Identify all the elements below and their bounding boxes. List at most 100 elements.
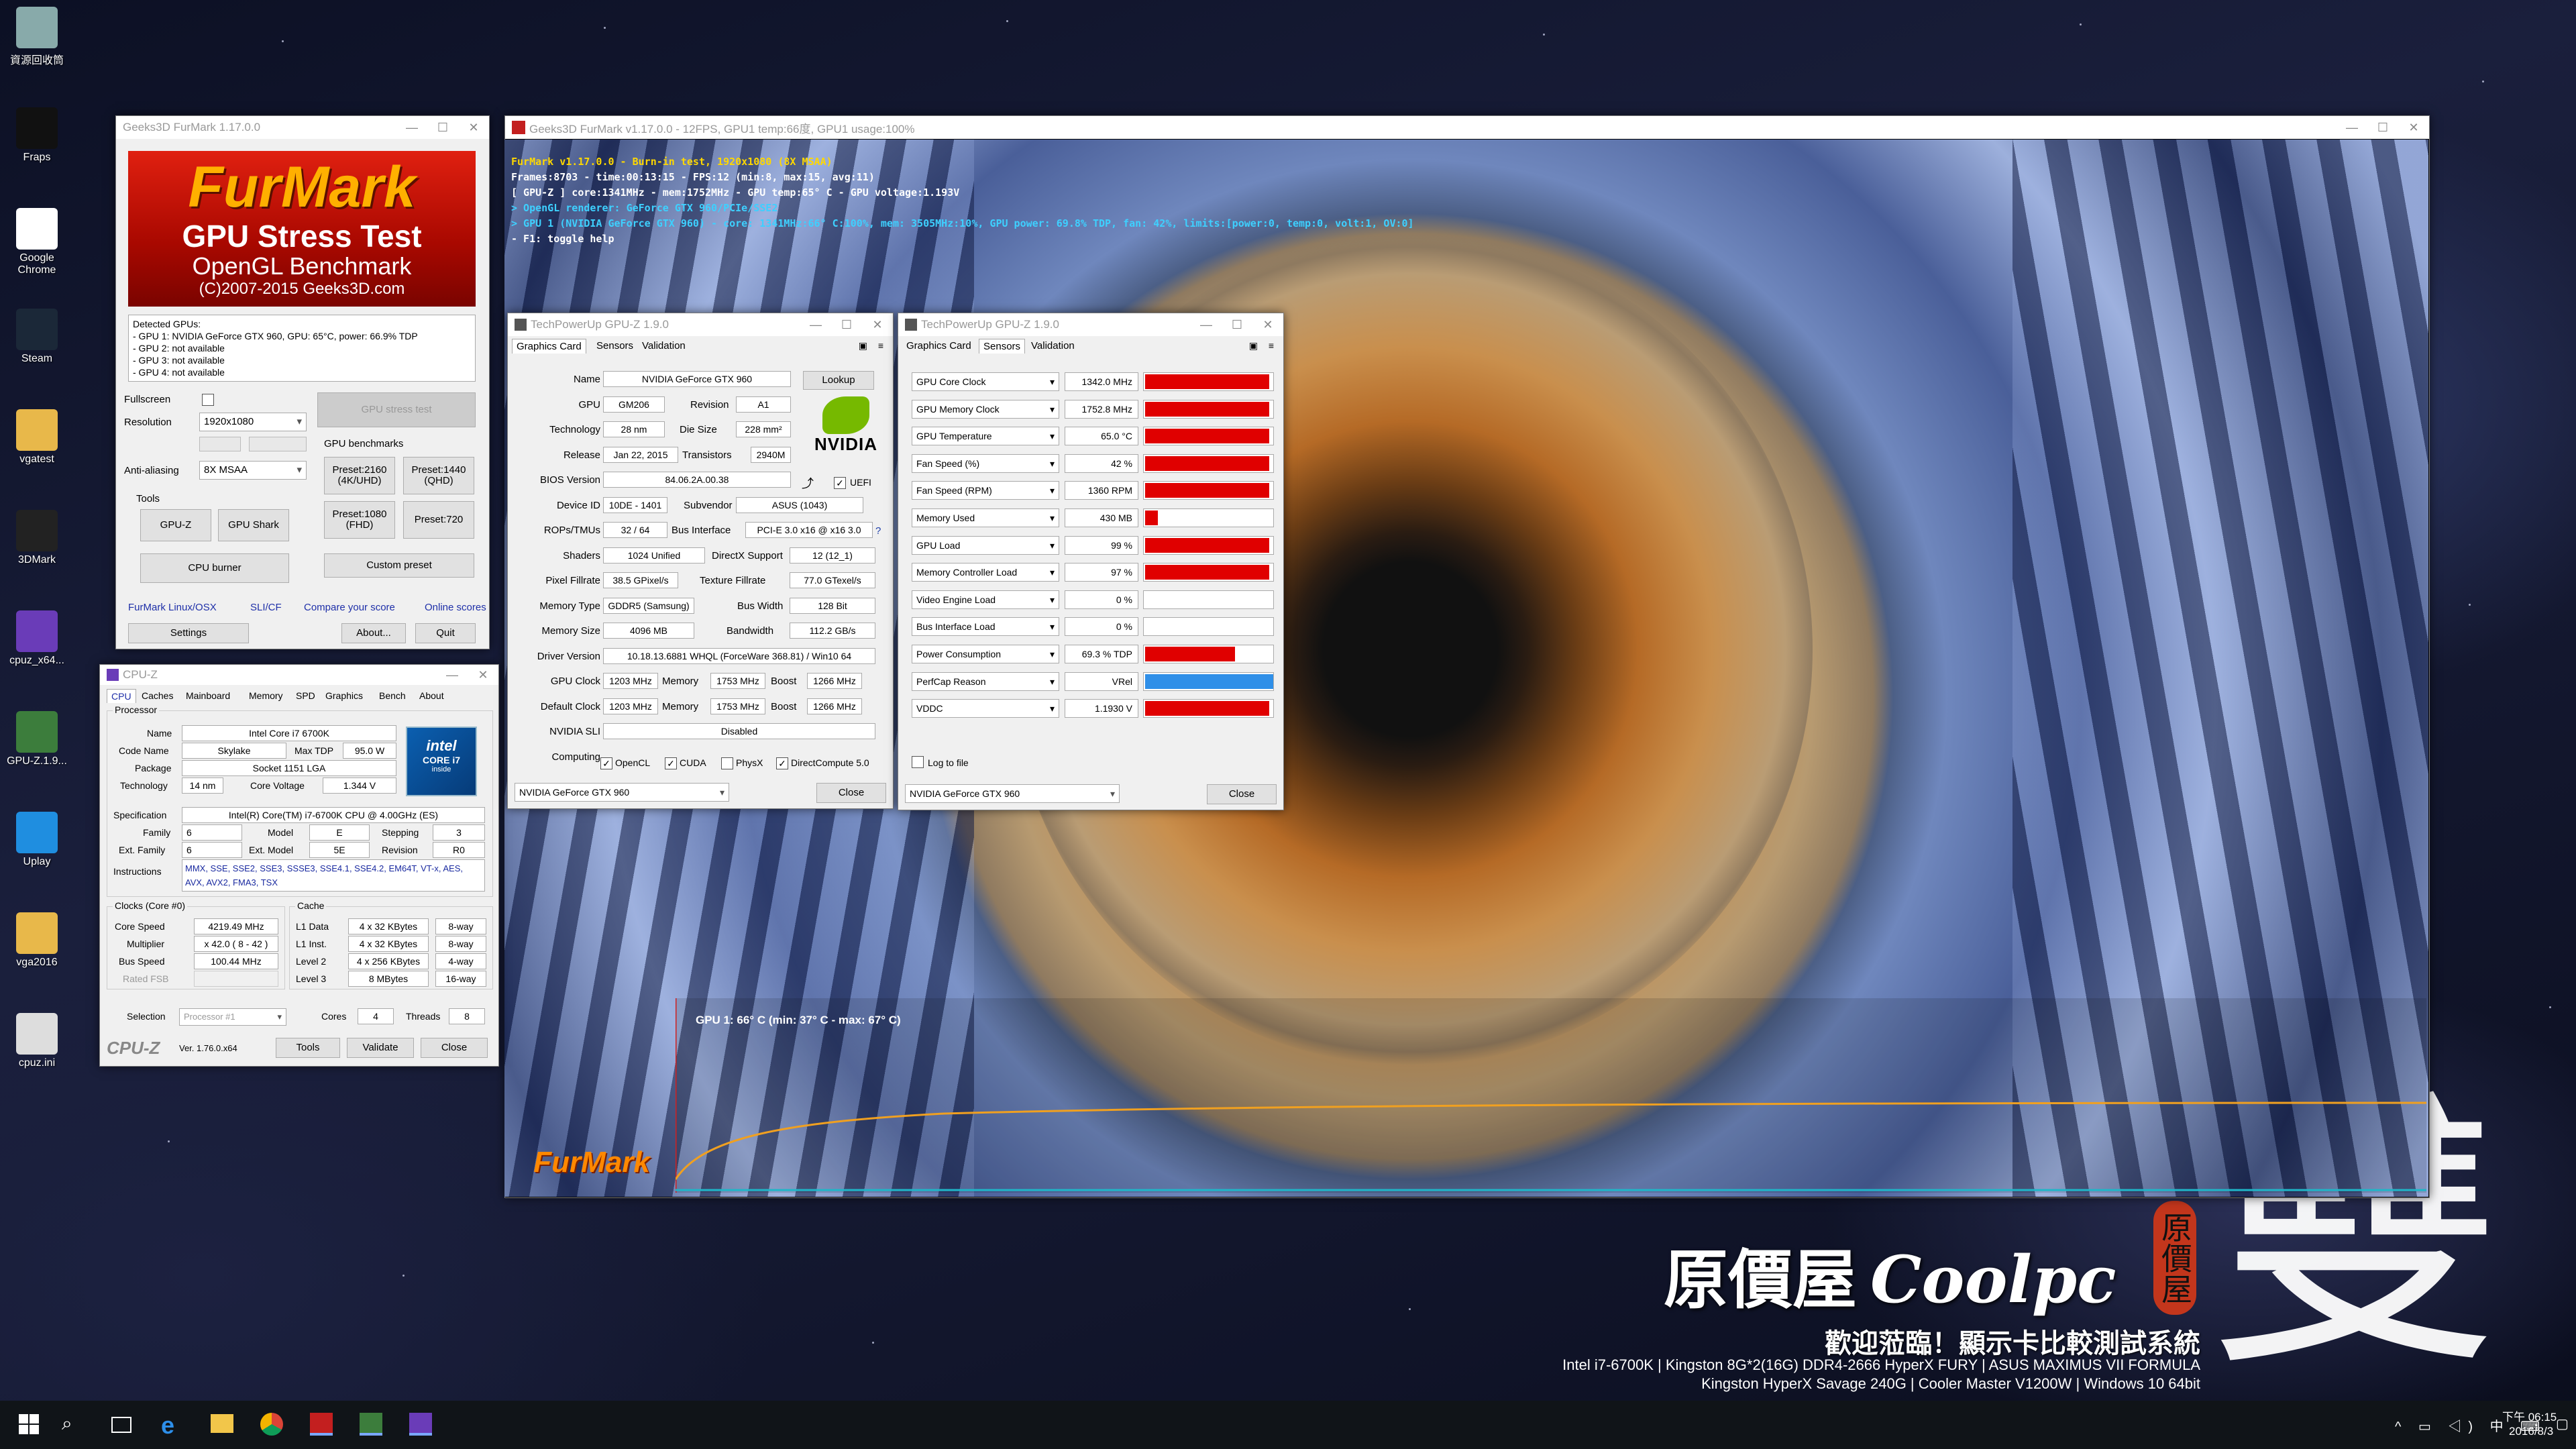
close-icon[interactable]: ✕ — [1252, 318, 1283, 332]
cpuz-tab-graphics[interactable]: Graphics — [321, 689, 367, 702]
desktop-icon[interactable]: Steam — [4, 309, 70, 365]
maximize-icon[interactable]: ☐ — [427, 121, 458, 135]
desktop-icon[interactable]: vgatest — [4, 409, 70, 466]
sensor-name-select[interactable]: Power Consumption — [912, 645, 1059, 663]
desktop-icon[interactable]: Fraps — [4, 107, 70, 164]
gpushark-button[interactable]: GPU Shark — [218, 509, 289, 541]
share-icon[interactable]: ⤴ — [802, 474, 814, 492]
gpu-stress-test-button[interactable]: GPU stress test — [317, 392, 476, 427]
tab-graphics-card[interactable]: Graphics Card — [512, 339, 586, 354]
tools-button[interactable]: Tools — [276, 1038, 340, 1058]
cpuz-close-button[interactable]: Close — [421, 1038, 488, 1058]
sensor-name-select[interactable]: Fan Speed (RPM) — [912, 481, 1059, 500]
preset-1440-button[interactable]: Preset:1440 (QHD) — [403, 457, 474, 494]
cpuz-tab-cpu[interactable]: CPU — [107, 689, 136, 703]
minimize-icon[interactable]: — — [2337, 121, 2367, 135]
start-windows-icon[interactable] — [19, 1414, 39, 1434]
furmark-main-titlebar[interactable]: Geeks3D FurMark 1.17.0.0 — ☐ ✕ — [116, 116, 489, 139]
sensor-name-select[interactable]: PerfCap Reason — [912, 672, 1059, 691]
preset-720-button[interactable]: Preset:720 — [403, 501, 474, 539]
desktop-icon[interactable]: 3DMark — [4, 510, 70, 566]
preset-2160-button[interactable]: Preset:2160 (4K/UHD) — [324, 457, 395, 494]
bus-help-icon[interactable]: ? — [875, 525, 881, 537]
link-sli-cf[interactable]: SLI/CF — [250, 602, 282, 613]
sensor-name-select[interactable]: GPU Core Clock — [912, 372, 1059, 391]
sensors-tab-graphics-card[interactable]: Graphics Card — [902, 339, 975, 353]
render-titlebar[interactable]: Geeks3D FurMark v1.17.0.0 - 12FPS, GPU1 … — [505, 116, 2429, 139]
sensors-camera-icon[interactable]: ▣ — [1249, 340, 1258, 352]
edge-icon[interactable]: e — [161, 1411, 174, 1440]
link-online-scores[interactable]: Online scores — [425, 602, 486, 613]
sensor-name-select[interactable]: GPU Temperature — [912, 427, 1059, 445]
sensors-tab-validation[interactable]: Validation — [1027, 339, 1079, 353]
log-to-file-checkbox[interactable] — [912, 756, 924, 768]
cpuz-tab-spd[interactable]: SPD — [292, 689, 319, 702]
camera-icon[interactable]: ▣ — [859, 340, 867, 352]
fullscreen-checkbox[interactable] — [202, 394, 214, 406]
menu-icon[interactable]: ≡ — [878, 340, 883, 351]
sensor-name-select[interactable]: Memory Controller Load — [912, 563, 1059, 582]
custom-preset-button[interactable]: Custom preset — [324, 553, 474, 578]
cpuz-tab-caches[interactable]: Caches — [138, 689, 177, 702]
width-field[interactable] — [199, 437, 241, 451]
cpuz-window[interactable]: CPU-Z — ✕ CPU Caches Mainboard Memory SPD Graph… — [99, 664, 499, 1067]
gpuz-sensors-window[interactable]: TechPowerUp GPU-Z 1.9.0 — ☐ ✕ Graphics Card… — [898, 313, 1284, 810]
gpu-select[interactable]: NVIDIA GeForce GTX 960 — [515, 783, 729, 802]
cpuz-taskbar-icon[interactable] — [409, 1413, 432, 1436]
preset-1080-button[interactable]: Preset:1080 (FHD) — [324, 501, 395, 539]
notification-icon[interactable]: ▢ — [2556, 1415, 2569, 1432]
cpuz-tab-bench[interactable]: Bench — [375, 689, 410, 702]
processor-select[interactable]: Processor #1 — [179, 1008, 286, 1026]
maximize-icon[interactable]: ☐ — [1222, 318, 1252, 332]
sensors-menu-icon[interactable]: ≡ — [1269, 340, 1274, 351]
antialiasing-select[interactable]: 8X MSAA — [199, 461, 307, 480]
minimize-icon[interactable]: — — [437, 668, 468, 682]
clock-time[interactable]: 下午 06:15 — [2502, 1407, 2557, 1424]
desktop-icon[interactable]: cpuz.ini — [4, 1013, 70, 1069]
minimize-icon[interactable]: — — [396, 121, 427, 135]
furmark-main-window[interactable]: Geeks3D FurMark 1.17.0.0 — ☐ ✕ FurMark GPU … — [115, 115, 490, 649]
sensor-name-select[interactable]: Fan Speed (%) — [912, 454, 1059, 473]
gpuz-card-titlebar[interactable]: TechPowerUp GPU-Z 1.9.0 — ☐ ✕ — [508, 313, 893, 336]
maximize-icon[interactable]: ☐ — [2367, 121, 2398, 135]
desktop-icon[interactable]: vga2016 — [4, 912, 70, 969]
cpuz-tab-mainboard[interactable]: Mainboard — [182, 689, 234, 702]
search-icon[interactable]: ⌕ — [62, 1413, 72, 1435]
maximize-icon[interactable]: ☐ — [831, 318, 862, 332]
minimize-icon[interactable]: — — [1191, 318, 1222, 332]
gpuz-card-close-button[interactable]: Close — [816, 783, 886, 803]
sensor-name-select[interactable]: Bus Interface Load — [912, 617, 1059, 636]
resolution-select[interactable]: 1920x1080 — [199, 413, 307, 431]
close-icon[interactable]: ✕ — [2398, 121, 2429, 135]
quit-button[interactable]: Quit — [415, 623, 476, 643]
close-icon[interactable]: ✕ — [458, 121, 489, 135]
height-field[interactable] — [249, 437, 307, 451]
desktop-icon[interactable]: GPU-Z.1.9... — [4, 711, 70, 767]
chrome-taskbar-icon[interactable] — [260, 1413, 283, 1436]
sensors-gpu-select[interactable]: NVIDIA GeForce GTX 960 — [905, 784, 1120, 803]
desktop-icon[interactable]: cpuz_x64... — [4, 610, 70, 667]
settings-button[interactable]: Settings — [128, 623, 249, 643]
gpuz-card-window[interactable]: TechPowerUp GPU-Z 1.9.0 — ☐ ✕ Graphics Card… — [507, 313, 894, 809]
sensors-tab-sensors[interactable]: Sensors — [979, 339, 1026, 354]
link-compare-score[interactable]: Compare your score — [304, 602, 395, 613]
validate-button[interactable]: Validate — [347, 1038, 414, 1058]
gpuz-sensors-titlebar[interactable]: TechPowerUp GPU-Z 1.9.0 — ☐ ✕ — [898, 313, 1283, 336]
desktop-icon[interactable]: 資源回收筒 — [4, 7, 70, 67]
close-icon[interactable]: ✕ — [862, 318, 893, 332]
close-icon[interactable]: ✕ — [468, 668, 498, 682]
sensor-name-select[interactable]: GPU Load — [912, 536, 1059, 555]
link-linux-osx[interactable]: FurMark Linux/OSX — [128, 602, 217, 613]
cpu-burner-button[interactable]: CPU burner — [140, 553, 289, 583]
sensor-name-select[interactable]: VDDC — [912, 699, 1059, 718]
tab-validation[interactable]: Validation — [638, 339, 690, 353]
gpuz-sensors-close-button[interactable]: Close — [1207, 784, 1277, 804]
task-view-icon[interactable] — [111, 1417, 131, 1433]
minimize-icon[interactable]: — — [800, 318, 831, 332]
cpuz-tab-memory[interactable]: Memory — [245, 689, 287, 702]
sensor-name-select[interactable]: GPU Memory Clock — [912, 400, 1059, 419]
gpuz-taskbar-icon[interactable] — [360, 1413, 382, 1436]
about-button[interactable]: About... — [341, 623, 406, 643]
cpuz-titlebar[interactable]: CPU-Z — ✕ — [100, 665, 498, 685]
file-explorer-icon[interactable] — [211, 1414, 233, 1433]
